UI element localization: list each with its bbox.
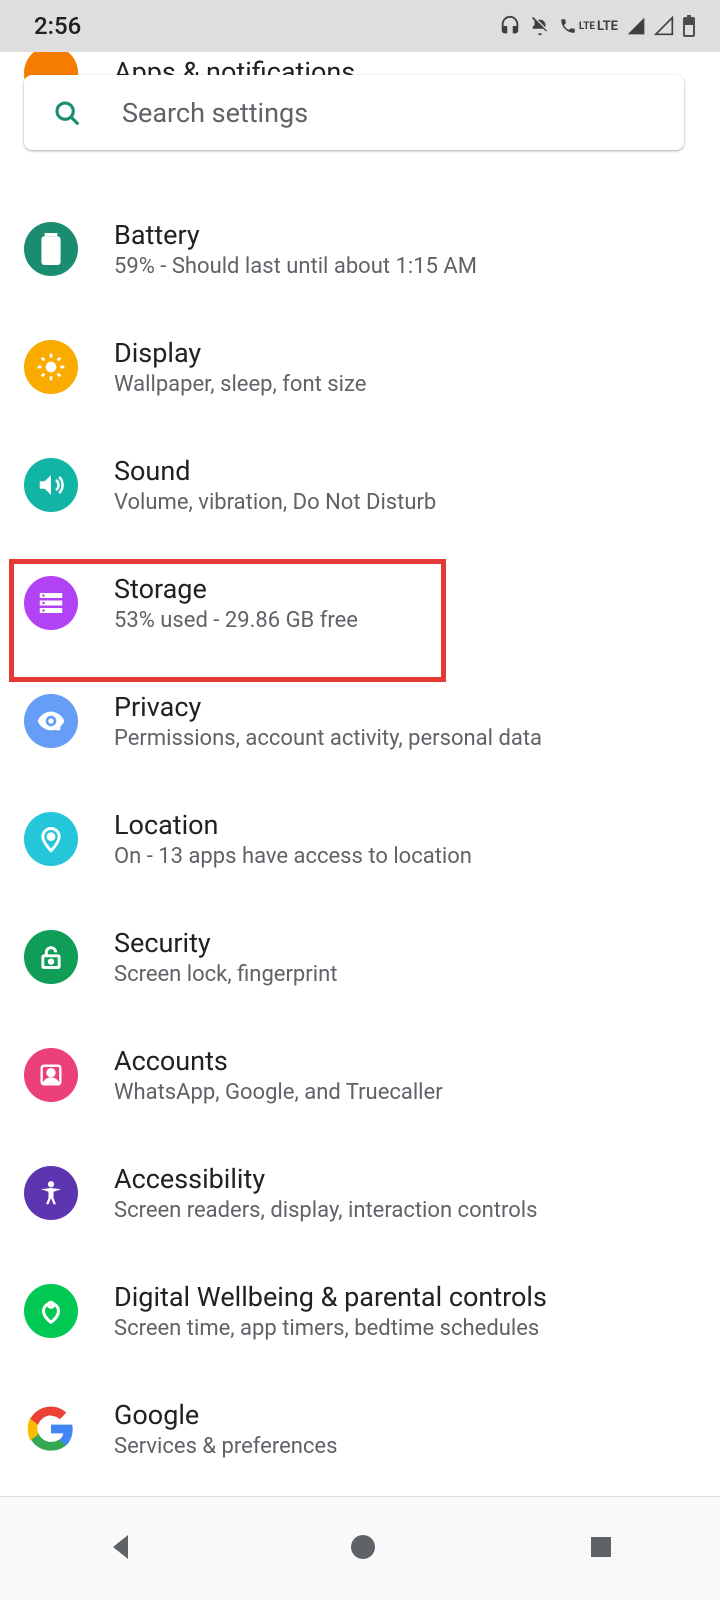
- nav-recent-button[interactable]: [586, 1532, 616, 1566]
- item-subtitle: Screen readers, display, interaction con…: [114, 1198, 696, 1223]
- item-title: Google: [114, 1399, 696, 1431]
- item-title: Accounts: [114, 1045, 696, 1077]
- wellbeing-icon: [24, 1284, 78, 1338]
- settings-item-performance[interactable]: Performance optimization: [0, 1488, 720, 1496]
- search-bar[interactable]: Search settings: [24, 75, 684, 150]
- storage-icon: [24, 576, 78, 630]
- dnd-off-icon: [529, 15, 551, 37]
- privacy-icon: [24, 694, 78, 748]
- settings-item-battery[interactable]: Battery 59% - Should last until about 1:…: [0, 190, 720, 308]
- item-title: Display: [114, 337, 696, 369]
- signal2-icon: [654, 16, 674, 36]
- settings-item-accessibility[interactable]: Accessibility Screen readers, display, i…: [0, 1134, 720, 1252]
- navigation-bar: [0, 1496, 720, 1600]
- item-subtitle: Wallpaper, sleep, font size: [114, 372, 696, 397]
- item-subtitle: Services & preferences: [114, 1434, 696, 1459]
- item-title: Storage: [114, 573, 696, 605]
- status-bar: 2:56 LTE LTE: [0, 0, 720, 52]
- status-time: 2:56: [34, 12, 81, 40]
- item-subtitle: Screen lock, fingerprint: [114, 962, 696, 987]
- lte-call-icon: LTE LTE: [559, 17, 618, 35]
- display-icon: [24, 340, 78, 394]
- item-subtitle: 53% used - 29.86 GB free: [114, 608, 696, 633]
- location-icon: [24, 812, 78, 866]
- item-subtitle: WhatsApp, Google, and Truecaller: [114, 1080, 696, 1105]
- accounts-icon: [24, 1048, 78, 1102]
- status-icons: LTE LTE: [499, 15, 696, 37]
- item-title: Privacy: [114, 691, 696, 723]
- settings-item-google[interactable]: Google Services & preferences: [0, 1370, 720, 1488]
- settings-item-sound[interactable]: Sound Volume, vibration, Do Not Disturb: [0, 426, 720, 544]
- settings-item-accounts[interactable]: Accounts WhatsApp, Google, and Truecalle…: [0, 1016, 720, 1134]
- search-placeholder: Search settings: [122, 97, 308, 129]
- search-icon: [52, 98, 82, 128]
- item-title: Sound: [114, 455, 696, 487]
- item-subtitle: Volume, vibration, Do Not Disturb: [114, 490, 696, 515]
- nav-back-button[interactable]: [104, 1529, 140, 1569]
- security-icon: [24, 930, 78, 984]
- item-title: Accessibility: [114, 1163, 696, 1195]
- item-title: Digital Wellbeing & parental controls: [114, 1281, 696, 1313]
- settings-list[interactable]: Apps & notifications Battery 59% - Shoul…: [0, 52, 720, 1496]
- item-title: Location: [114, 809, 696, 841]
- settings-item-display[interactable]: Display Wallpaper, sleep, font size: [0, 308, 720, 426]
- google-icon: [24, 1402, 78, 1456]
- item-subtitle: On - 13 apps have access to location: [114, 844, 696, 869]
- battery-circle-icon: [24, 222, 78, 276]
- settings-content[interactable]: Search settings Apps & notifications Bat…: [0, 52, 720, 1496]
- battery-icon: [682, 15, 696, 37]
- accessibility-icon: [24, 1166, 78, 1220]
- item-subtitle: Screen time, app timers, bedtime schedul…: [114, 1316, 696, 1341]
- item-subtitle: 59% - Should last until about 1:15 AM: [114, 254, 696, 279]
- item-title: Battery: [114, 219, 696, 251]
- settings-item-location[interactable]: Location On - 13 apps have access to loc…: [0, 780, 720, 898]
- nav-home-button[interactable]: [347, 1531, 379, 1567]
- sound-icon: [24, 458, 78, 512]
- item-title: Security: [114, 927, 696, 959]
- headset-icon: [499, 15, 521, 37]
- settings-item-storage[interactable]: Storage 53% used - 29.86 GB free: [0, 544, 720, 662]
- settings-item-privacy[interactable]: Privacy Permissions, account activity, p…: [0, 662, 720, 780]
- signal-icon: [626, 16, 646, 36]
- settings-item-security[interactable]: Security Screen lock, fingerprint: [0, 898, 720, 1016]
- item-subtitle: Permissions, account activity, personal …: [114, 726, 696, 751]
- settings-item-wellbeing[interactable]: Digital Wellbeing & parental controls Sc…: [0, 1252, 720, 1370]
